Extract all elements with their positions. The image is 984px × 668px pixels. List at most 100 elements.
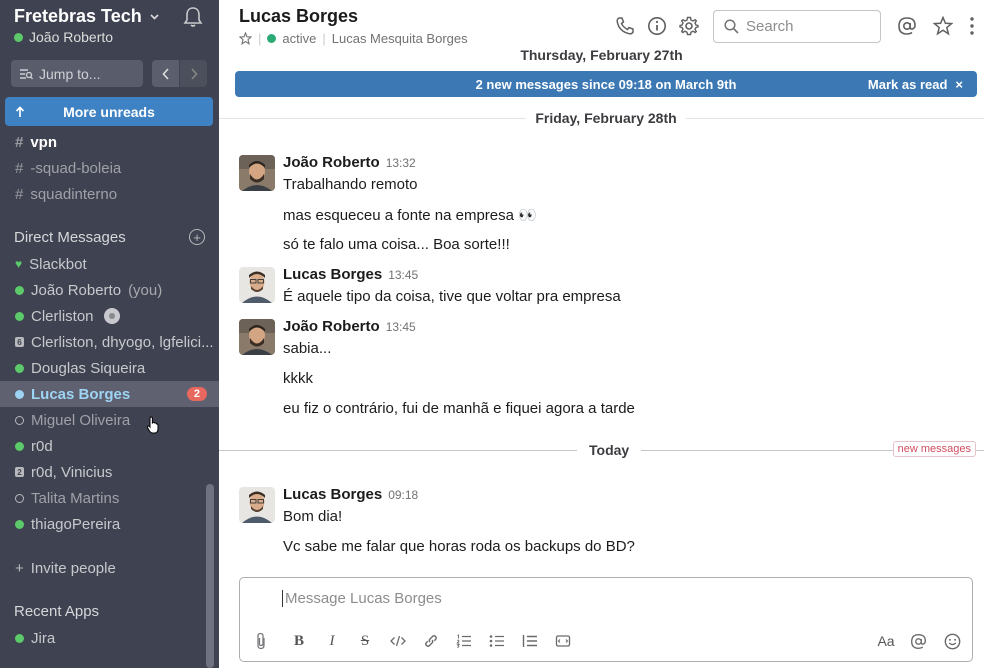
main-panel: Lucas Borges | active | Lucas Mesquita B… (219, 0, 984, 668)
dm-name: r0d (31, 437, 53, 455)
message-text: mas esqueceu a fonte na empresa 👀 (283, 207, 537, 224)
invite-people-button[interactable]: + Invite people (0, 555, 219, 581)
message-timestamp[interactable]: 13:45 (386, 320, 416, 334)
presence-away-icon (15, 415, 24, 425)
group-count-icon: 2 (15, 467, 24, 477)
plus-icon: + (15, 559, 24, 577)
workspace-name-text: Fretebras Tech (14, 6, 142, 26)
sender-name: Lucas Borges (283, 266, 383, 283)
today-divider: Today (577, 442, 642, 458)
presence-away-icon (15, 493, 24, 503)
italic-icon[interactable]: I (323, 632, 341, 650)
more-unreads-button[interactable]: More unreads (5, 97, 213, 126)
forward-button[interactable] (180, 60, 207, 87)
add-dm-icon[interactable]: + (189, 229, 205, 245)
strikethrough-icon[interactable]: S (356, 632, 374, 650)
avatar[interactable] (239, 319, 275, 355)
sidebar-dm-clerliston[interactable]: Clerliston (0, 303, 219, 329)
sidebar-dm-group-clerliston[interactable]: 6 Clerliston, dhyogo, lgfelici... (0, 329, 219, 355)
sidebar-dm-group-r0d[interactable]: 2 r0d, Vinicius (0, 459, 219, 485)
bold-icon[interactable]: B (290, 632, 308, 650)
formatting-toggle-button[interactable]: Aa (874, 632, 898, 650)
chevron-down-icon (150, 13, 159, 20)
separator: | (258, 31, 262, 46)
message-text: sabia... (283, 340, 332, 357)
jump-to-button[interactable]: Jump to... (11, 60, 143, 87)
current-user: João Roberto (14, 29, 159, 45)
presence-active-icon (15, 633, 24, 643)
sidebar-scrollbar[interactable] (206, 484, 214, 668)
direct-messages-title[interactable]: Direct Messages (14, 229, 126, 246)
message-sender[interactable]: Lucas Borges 09:18 (283, 486, 418, 503)
info-icon[interactable] (647, 16, 667, 36)
gear-icon[interactable] (679, 16, 699, 36)
message-timestamp[interactable]: 13:32 (386, 156, 416, 170)
mentions-icon[interactable] (897, 16, 917, 36)
ordered-list-icon[interactable] (455, 632, 473, 650)
date-divider: Friday, February 28th (526, 110, 686, 126)
sidebar-dm-talita[interactable]: Talita Martins (0, 485, 219, 511)
sidebar-dm-lucas-borges[interactable]: Lucas Borges 2 (0, 381, 219, 407)
sidebar-channel-squad-boleia[interactable]: # -squad-boleia (0, 155, 219, 181)
heart-icon: ♥ (15, 257, 23, 271)
workspace-header[interactable]: Fretebras Tech João Roberto (14, 6, 159, 45)
more-options-icon[interactable] (967, 16, 977, 36)
message-text: Bom dia! (283, 508, 343, 525)
message-sender[interactable]: Lucas Borges 13:45 (283, 266, 418, 283)
mention-icon[interactable] (909, 632, 927, 650)
presence-active-icon (15, 363, 24, 373)
workspace-name[interactable]: Fretebras Tech (14, 6, 159, 27)
conversation-title[interactable]: Lucas Borges (239, 6, 358, 27)
avatar[interactable] (239, 267, 275, 303)
close-icon: × (955, 76, 963, 92)
message-text: eu fiz o contrário, fui de manhã e fique… (283, 400, 635, 417)
star-icon[interactable] (933, 16, 953, 36)
code-block-icon[interactable] (554, 632, 572, 650)
mouse-cursor-icon (146, 416, 160, 434)
bulleted-list-icon[interactable] (488, 632, 506, 650)
bell-icon[interactable] (183, 6, 203, 28)
sidebar-dm-slackbot[interactable]: ♥ Slackbot (0, 251, 219, 277)
sender-name: Lucas Borges (283, 486, 383, 503)
sidebar-dm-miguel[interactable]: Miguel Oliveira (0, 407, 219, 433)
back-button[interactable] (152, 60, 179, 87)
mark-as-read-button[interactable]: Mark as read × (868, 77, 963, 92)
sidebar-dm-thiago[interactable]: thiagoPereira (0, 511, 219, 537)
status-emoji-icon (103, 308, 120, 324)
avatar[interactable] (239, 487, 275, 523)
search-input[interactable]: Search (713, 10, 881, 43)
presence-active-icon (15, 285, 24, 295)
dm-name: Clerliston (31, 307, 94, 325)
sidebar-dm-douglas[interactable]: Douglas Siqueira (0, 355, 219, 381)
sidebar-dm-self[interactable]: João Roberto (you) (0, 277, 219, 303)
sidebar-channel-vpn[interactable]: # vpn (0, 129, 219, 155)
search-icon (724, 19, 739, 34)
star-icon[interactable] (239, 32, 252, 45)
separator: | (322, 31, 326, 46)
sidebar-dm-r0d[interactable]: r0d (0, 433, 219, 459)
sidebar-channel-squadinterno[interactable]: # squadinterno (0, 181, 219, 207)
link-icon[interactable] (422, 632, 440, 650)
message-input[interactable] (282, 590, 882, 607)
new-messages-banner[interactable]: 2 new messages since 09:18 on March 9th … (235, 71, 977, 97)
dm-name: Miguel Oliveira (31, 411, 131, 429)
you-suffix: (you) (128, 281, 163, 299)
message-timestamp[interactable]: 13:45 (388, 268, 418, 282)
sidebar-app-jira[interactable]: Jira (0, 625, 219, 651)
dm-name: Lucas Borges (31, 385, 131, 403)
emoji-icon[interactable] (943, 632, 961, 650)
channel-name: squadinterno (30, 185, 118, 203)
avatar[interactable] (239, 155, 275, 191)
quote-icon[interactable] (521, 632, 539, 650)
code-icon[interactable] (389, 632, 407, 650)
message-text: Vc sabe me falar que horas roda os backu… (283, 538, 635, 555)
recent-apps-title[interactable]: Recent Apps (14, 603, 99, 620)
attachment-icon[interactable] (252, 632, 270, 650)
message-sender[interactable]: João Roberto 13:32 (283, 154, 416, 171)
message-sender[interactable]: João Roberto 13:45 (283, 318, 416, 335)
message-text: só te falo uma coisa... Boa sorte!!! (283, 236, 510, 253)
sidebar: Fretebras Tech João Roberto Jump to... M… (0, 0, 219, 668)
message-timestamp[interactable]: 09:18 (388, 488, 418, 502)
presence-active-icon (14, 32, 23, 42)
phone-icon[interactable] (615, 16, 635, 36)
